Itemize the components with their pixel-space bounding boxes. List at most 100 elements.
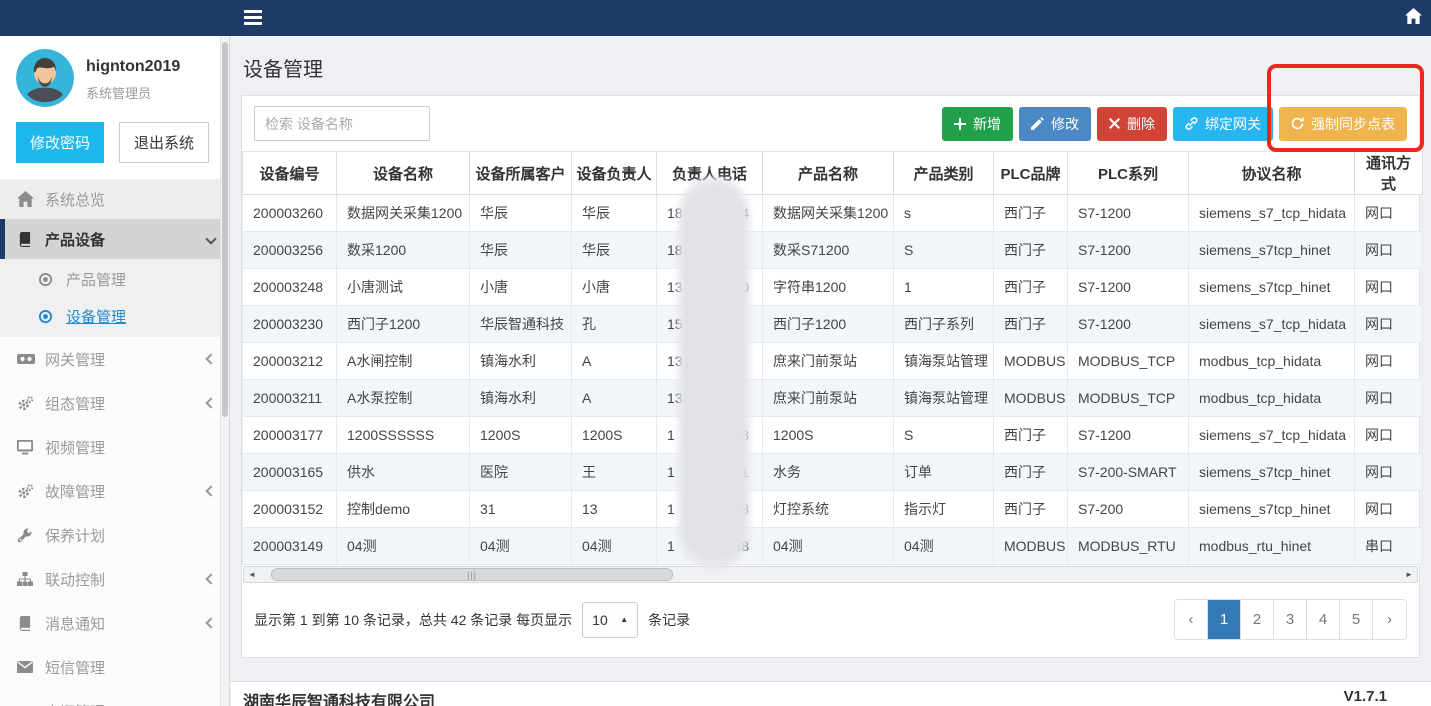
cell-plc_series: MODBUS_TCP [1068, 343, 1189, 380]
cell-protocol: siemens_s7tcp_hinet [1189, 232, 1355, 269]
sidebar-scrollbar-thumb[interactable] [222, 42, 228, 417]
book-icon [17, 616, 45, 631]
logout-button[interactable]: 退出系统 [119, 122, 209, 163]
horizontal-scrollbar-thumb[interactable]: ||| [271, 568, 673, 581]
search-input[interactable] [254, 106, 430, 141]
cell-protocol: siemens_s7_tcp_hidata [1189, 195, 1355, 232]
cell-device_name: 1200SSSSSS [337, 417, 470, 454]
cell-plc_brand: 西门子 [994, 269, 1068, 306]
sidebar-item-hmi[interactable]: 组态管理 [0, 381, 229, 425]
cell-owner: A [572, 380, 657, 417]
sidebar-menu: 系统总览产品设备产品管理设备管理网关管理组态管理视频管理故障管理保养计划联动控制… [0, 179, 229, 706]
gears-icon [17, 396, 45, 411]
page-button-4[interactable]: 4 [1307, 600, 1340, 639]
cell-device_name: 供水 [337, 454, 470, 491]
table-row[interactable]: 200003152控制demo311318灯控系统指示灯西门子S7-200sie… [243, 491, 1423, 528]
phone-suffix: 4 [741, 205, 749, 221]
table-row[interactable]: 2000031771200SSSSSS1200S1200S181200SS西门子… [243, 417, 1423, 454]
page-button-5[interactable]: 5 [1340, 600, 1373, 639]
sidebar-scrollbar[interactable] [220, 36, 229, 706]
cell-owner: 小唐 [572, 269, 657, 306]
wrench-icon [17, 528, 45, 543]
x-icon [1109, 118, 1120, 129]
plus-icon [954, 118, 966, 130]
cell-product_name: 数据网关采集1200 [763, 195, 894, 232]
table-row[interactable]: 200003211A水泵控制镇海水利A13庶来门前泵站镇海泵站管理MODBUSM… [243, 380, 1423, 417]
scroll-right-icon[interactable]: ► [1401, 567, 1417, 582]
add-button[interactable]: 新增 [942, 107, 1013, 141]
phone-suffix: 8 [741, 427, 749, 443]
bind-gateway-button[interactable]: 绑定网关 [1173, 107, 1273, 141]
sidebar-item-sms[interactable]: 短信管理 [0, 645, 229, 689]
cell-plc_series: MODBUS_TCP [1068, 380, 1189, 417]
cell-owner: 王 [572, 454, 657, 491]
sidebar-item-linkage[interactable]: 联动控制 [0, 557, 229, 601]
cell-plc_brand: 西门子 [994, 417, 1068, 454]
edit-button[interactable]: 修改 [1019, 107, 1091, 141]
link-icon [1185, 117, 1198, 130]
sidebar-item-fault[interactable]: 故障管理 [0, 469, 229, 513]
phone-suffix: 0 [741, 279, 749, 295]
table-row[interactable]: 200003165供水医院王11水务订单西门子S7-200-SMARTsieme… [243, 454, 1423, 491]
toolbar: 新增修改删除绑定网关强制同步点表 [242, 96, 1419, 151]
sidebar-item-product-device[interactable]: 产品设备 [0, 219, 229, 259]
cell-device_id: 200003211 [243, 380, 337, 417]
column-header-owner: 设备负责人 [572, 152, 657, 195]
sidebar-item-overview[interactable]: 系统总览 [0, 179, 229, 219]
sidebar-item-message[interactable]: 消息通知 [0, 601, 229, 645]
sidebar-item-video[interactable]: 视频管理 [0, 425, 229, 469]
toolbar-buttons: 新增修改删除绑定网关强制同步点表 [942, 107, 1407, 141]
cell-phone: 130 [657, 269, 763, 306]
scroll-left-icon[interactable]: ◄ [244, 567, 260, 582]
force-sync-button[interactable]: 强制同步点表 [1279, 107, 1407, 141]
table-row[interactable]: 200003230西门子1200华辰智通科技孔15西门子1200西门子系列西门子… [243, 306, 1423, 343]
hamburger-menu-icon[interactable] [244, 10, 262, 25]
page-button-2[interactable]: 2 [1241, 600, 1274, 639]
sidebar-subitem-product-manage[interactable]: 产品管理 [0, 261, 229, 298]
table-row[interactable]: 200003248小唐测试小唐小唐130字符串12001西门子S7-1200si… [243, 269, 1423, 306]
page-list: ‹12345› [1174, 599, 1407, 640]
table-row[interactable]: 200003256数采1200华辰华辰18数采S71200S西门子S7-1200… [243, 232, 1423, 269]
table-row[interactable]: 200003212A水闸控制镇海水利A13庶来门前泵站镇海泵站管理MODBUSM… [243, 343, 1423, 380]
cell-customer: 华辰 [470, 195, 572, 232]
phone-prefix: 1 [667, 538, 675, 554]
main-content: 设备管理 新增修改删除绑定网关强制同步点表 设备编号设备名称设备所属客户设备负责… [231, 36, 1431, 706]
sidebar-item-gateway[interactable]: 网关管理 [0, 337, 229, 381]
sitemap-icon [17, 572, 45, 586]
column-header-comm: 通讯方式 [1355, 152, 1423, 195]
table-row[interactable]: 200003260数据网关采集1200华辰华辰184数据网关采集1200s西门子… [243, 195, 1423, 232]
page-prev-button[interactable]: ‹ [1175, 600, 1208, 639]
cell-customer: 医院 [470, 454, 572, 491]
cell-product_category: 指示灯 [894, 491, 994, 528]
cell-owner: 华辰 [572, 195, 657, 232]
sidebar-item-space[interactable]: 空间管理 [0, 689, 229, 706]
page-size-value: 10 [592, 612, 608, 628]
page-button-3[interactable]: 3 [1274, 600, 1307, 639]
cell-product_name: 庶来门前泵站 [763, 343, 894, 380]
cell-plc_brand: 西门子 [994, 454, 1068, 491]
delete-button[interactable]: 删除 [1097, 107, 1167, 141]
cell-plc_series: S7-1200 [1068, 306, 1189, 343]
page-title: 设备管理 [231, 36, 1431, 95]
horizontal-scrollbar[interactable]: ◄ ► ||| [243, 566, 1418, 583]
page-button-1[interactable]: 1 [1208, 600, 1241, 639]
change-password-button[interactable]: 修改密码 [16, 122, 104, 163]
cell-product_category: s [894, 195, 994, 232]
pagination-bar: 显示第 1 到第 10 条记录，总共 42 条记录 每页显示 10 ▲ 条记录 … [242, 583, 1419, 657]
pencil-icon [1031, 117, 1044, 130]
cell-product_name: 1200S [763, 417, 894, 454]
cell-comm: 网口 [1355, 195, 1423, 232]
cell-plc_brand: MODBUS [994, 343, 1068, 380]
page-next-button[interactable]: › [1373, 600, 1406, 639]
home-icon[interactable] [1405, 8, 1422, 24]
sidebar-item-maintain[interactable]: 保养计划 [0, 513, 229, 557]
cell-protocol: modbus_rtu_hinet [1189, 528, 1355, 565]
cell-customer: 华辰智通科技 [470, 306, 572, 343]
page-size-select[interactable]: 10 ▲ [582, 602, 638, 638]
book-icon [17, 232, 45, 247]
sidebar-subitem-device-manage[interactable]: 设备管理 [0, 298, 229, 335]
pagination-summary-prefix: 显示第 1 到第 10 条记录，总共 42 条记录 每页显示 [254, 610, 572, 630]
cell-device_id: 200003149 [243, 528, 337, 565]
table-row[interactable]: 20000314904测04测04测13804测04测MODBUSMODBUS_… [243, 528, 1423, 565]
user-role: 系统管理员 [86, 83, 180, 102]
